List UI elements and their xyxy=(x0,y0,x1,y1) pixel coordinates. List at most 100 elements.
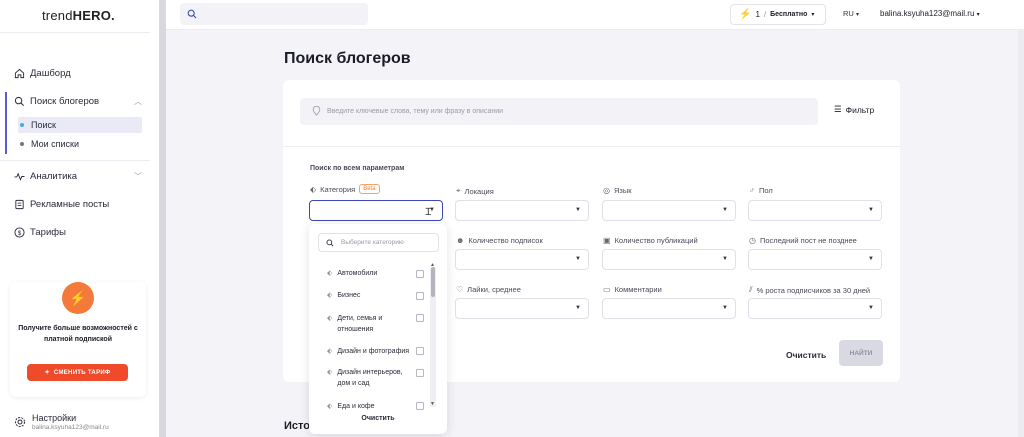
tag-icon: ⬖ xyxy=(327,369,333,376)
tag-icon: ⬖ xyxy=(327,270,333,277)
category-checkbox[interactable] xyxy=(416,270,424,278)
list-item[interactable]: ⬖ Дети, семья и отношения xyxy=(327,313,407,335)
category-checkbox[interactable] xyxy=(416,369,424,377)
section-label: Поиск по всем параметрам xyxy=(310,165,405,172)
list-item[interactable]: ⬖ Дизайн интерьеров, дом и сад xyxy=(327,367,407,389)
pulse-icon xyxy=(14,172,25,181)
divider xyxy=(0,32,150,33)
scroll-down-icon[interactable]: ▼ xyxy=(430,401,435,407)
sidebar: trendHERO. Дашборд Поиск блогеров ︿ Поис… xyxy=(0,0,160,437)
category-checkbox[interactable] xyxy=(416,347,424,355)
sidebar-subitem-my-lists[interactable]: Мои списки xyxy=(18,136,79,152)
change-plan-button[interactable]: ✦ СМЕНИТЬ ТАРИФ xyxy=(27,364,128,381)
sidebar-item-dashboard[interactable]: Дашборд xyxy=(14,65,71,81)
category-checkbox[interactable] xyxy=(416,314,424,322)
active-indicator xyxy=(5,92,7,154)
sidebar-subitem-search[interactable]: Поиск xyxy=(18,117,142,133)
svg-text:$: $ xyxy=(18,229,22,236)
search-icon xyxy=(326,239,334,247)
image-icon: ▣ xyxy=(603,236,611,245)
clear-categories-button[interactable]: Очистить xyxy=(309,415,447,422)
search-icon xyxy=(187,9,197,19)
category-label: Автомобили xyxy=(337,270,378,277)
filter-label: Фильтр xyxy=(845,104,875,115)
upgrade-promo-card: ⚡ Получите больше возможностей с платной… xyxy=(10,282,146,397)
category-label: ⬖ Категория Beta xyxy=(310,184,380,194)
category-select[interactable]: Ɪ ▼ xyxy=(309,200,443,221)
gear-icon xyxy=(15,417,25,427)
sidebar-item-tariffs[interactable]: $ Тарифы xyxy=(14,224,66,240)
users-icon: ☻ xyxy=(456,236,465,245)
globe-icon: ◎ xyxy=(603,186,610,195)
category-dropdown: Выберите категорию ⬖ Автомобили ⬖ Бизнес… xyxy=(309,224,447,434)
publications-label-text: Количество публикаций xyxy=(614,236,698,245)
topbar: ⚡ 1 / Бесплатно ▾ RU ▾ balina.ksyuha123@… xyxy=(166,0,1024,30)
list-item[interactable]: ⬖ Дизайн и фотография xyxy=(327,346,427,357)
change-plan-label: СМЕНИТЬ ТАРИФ xyxy=(53,369,111,376)
sidebar-subitem-label: Мои списки xyxy=(31,139,79,149)
list-item[interactable]: ⬖ Бизнес xyxy=(327,290,427,301)
list-item[interactable]: ⬖ Автомобили xyxy=(327,268,427,279)
bullet-icon xyxy=(20,123,24,127)
language-label: RU xyxy=(843,9,854,18)
global-search-input[interactable] xyxy=(180,3,368,25)
gender-select[interactable]: ▼ xyxy=(748,200,882,221)
settings-link[interactable]: Настройки balina.ksyuha123@mail.ru xyxy=(14,413,109,431)
sidebar-item-analytics[interactable]: Аналитика ﹀ xyxy=(14,168,142,184)
chevron-down-icon: ▼ xyxy=(868,207,874,213)
gender-label: ♂ Пол xyxy=(749,186,773,195)
growth-select[interactable]: ▼ xyxy=(748,298,882,319)
chevron-down-icon: ▼ xyxy=(722,305,728,311)
promo-text: Получите больше возможностей с платной п… xyxy=(18,325,138,343)
tag-icon: ⬖ xyxy=(327,403,333,410)
filter-button[interactable]: ☰ Фильтр xyxy=(834,104,874,115)
chevron-down-icon: ▼ xyxy=(575,207,581,213)
account-menu[interactable]: balina.ksyuha123@mail.ru ▾ xyxy=(880,9,980,18)
list-item[interactable]: ⬖ Еда и кофе xyxy=(327,401,427,412)
growth-label: ⫽ % роста подписчиков за 30 дней xyxy=(749,285,870,295)
sidebar-item-ad-posts[interactable]: Рекламные посты xyxy=(14,196,109,212)
sidebar-subitem-label: Поиск xyxy=(31,120,56,130)
dropdown-scroll-thumb[interactable] xyxy=(431,267,435,297)
chevron-down-icon: ▾ xyxy=(976,12,980,18)
chevron-down-icon: ▾ xyxy=(855,12,859,18)
sidebar-item-blogger-search[interactable]: Поиск блогеров ︿ xyxy=(14,93,142,109)
clear-filters-button[interactable]: Очистить xyxy=(786,350,826,360)
page-scrollbar[interactable] xyxy=(1018,30,1024,437)
sidebar-scrollbar[interactable] xyxy=(159,0,166,437)
publications-select[interactable]: ▼ xyxy=(602,249,736,270)
chevron-down-icon: ▼ xyxy=(722,207,728,213)
likes-select[interactable]: ▼ xyxy=(455,298,589,319)
last-post-select[interactable]: ▼ xyxy=(748,249,882,270)
language-label: ◎ Язык xyxy=(603,186,632,195)
followers-select[interactable]: ▼ xyxy=(455,249,589,270)
tag-icon: ⬖ xyxy=(327,315,333,322)
chevron-down-icon: ▼ xyxy=(868,305,874,311)
logo[interactable]: trendHERO. xyxy=(42,8,115,23)
sidebar-item-label: Аналитика xyxy=(30,170,78,182)
category-label: Дети, семья и отношения xyxy=(337,315,383,333)
chevron-down-icon: ﹀ xyxy=(134,171,142,181)
bullet-icon xyxy=(20,142,24,146)
find-button[interactable]: НАЙТИ xyxy=(839,340,883,366)
comments-select[interactable]: ▼ xyxy=(602,298,736,319)
settings-email: balina.ksyuha123@mail.ru xyxy=(32,424,109,431)
search-icon xyxy=(14,96,24,106)
category-label: Дизайн интерьеров, дом и сад xyxy=(337,369,403,387)
settings-label: Настройки xyxy=(32,413,77,423)
plan-name: Бесплатно xyxy=(770,11,808,18)
language-select[interactable]: ▼ xyxy=(602,200,736,221)
category-checkbox[interactable] xyxy=(416,402,424,410)
category-checkbox[interactable] xyxy=(416,292,424,300)
divider xyxy=(0,160,150,161)
tag-icon: ⬖ xyxy=(310,184,317,194)
language-selector[interactable]: RU ▾ xyxy=(843,9,859,18)
heart-icon: ♡ xyxy=(456,285,464,294)
credits-count: 1 xyxy=(755,10,760,19)
location-select[interactable]: ▼ xyxy=(455,200,589,221)
category-search-input[interactable]: Выберите категорию xyxy=(318,233,439,252)
keyword-search-input[interactable]: Введите ключевые слова, тему или фразу в… xyxy=(300,98,818,125)
plan-selector[interactable]: ⚡ 1 / Бесплатно ▾ xyxy=(730,4,826,25)
likes-label-text: Лайки, среднее xyxy=(467,285,521,294)
logo-prefix: trend xyxy=(42,8,73,23)
